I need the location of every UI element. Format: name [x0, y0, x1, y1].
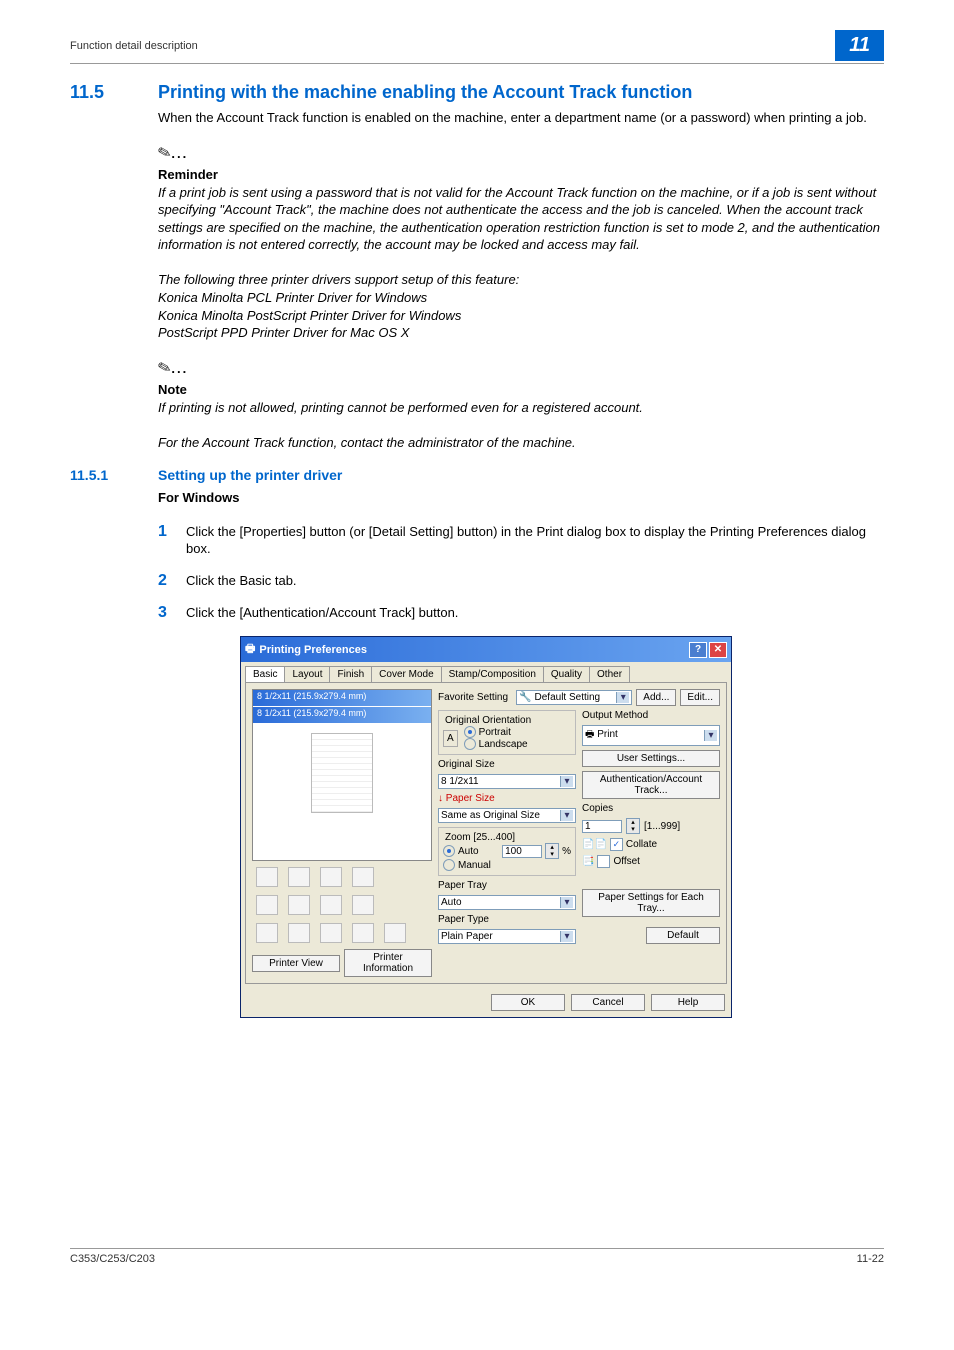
preview-tool-icon[interactable]: [384, 923, 406, 943]
paper-type-label: Paper Type: [438, 914, 576, 925]
breadcrumb: Function detail description: [70, 40, 198, 52]
step-number-1: 1: [158, 523, 172, 558]
copies-label: Copies: [582, 803, 720, 814]
step-number-2: 2: [158, 572, 172, 590]
offset-checkbox[interactable]: [597, 855, 610, 868]
tab-finish[interactable]: Finish: [329, 666, 372, 682]
reminder-driver-3: PostScript PPD Printer Driver for Mac OS…: [158, 324, 884, 342]
printing-preferences-dialog: 🖶 Printing Preferences ? ✕ Basic Layout …: [240, 636, 732, 1018]
reminder-text-1: If a print job is sent using a password …: [158, 184, 884, 254]
footer-model: C353/C253/C203: [70, 1253, 155, 1265]
tab-cover-mode[interactable]: Cover Mode: [371, 666, 441, 682]
user-settings-button[interactable]: User Settings...: [582, 750, 720, 767]
preview-size-1: 8 1/2x11 (215.9x279.4 mm): [253, 690, 431, 706]
reminder-driver-1: Konica Minolta PCL Printer Driver for Wi…: [158, 289, 884, 307]
subsection-number: 11.5.1: [70, 467, 130, 483]
collate-icon: 📄📄: [582, 839, 607, 850]
dialog-title: Printing Preferences: [259, 644, 367, 656]
printer-view-button[interactable]: Printer View: [252, 955, 340, 972]
paper-settings-tray-button[interactable]: Paper Settings for Each Tray...: [582, 889, 720, 917]
footer-page: 11-22: [857, 1253, 884, 1265]
output-method-dropdown[interactable]: 🖶 Print▾: [582, 725, 720, 746]
reminder-driver-2: Konica Minolta PostScript Printer Driver…: [158, 307, 884, 325]
help-icon[interactable]: ?: [689, 642, 707, 658]
tab-other[interactable]: Other: [589, 666, 630, 682]
cancel-button[interactable]: Cancel: [571, 994, 645, 1011]
help-button[interactable]: Help: [651, 994, 725, 1011]
landscape-radio[interactable]: [464, 738, 476, 750]
paper-tray-dropdown[interactable]: Auto▾: [438, 895, 576, 910]
tab-basic[interactable]: Basic: [245, 666, 285, 682]
reminder-text-2: The following three printer drivers supp…: [158, 271, 884, 289]
authentication-account-track-button[interactable]: Authentication/Account Track...: [582, 771, 720, 799]
copies-input[interactable]: 1: [582, 820, 622, 833]
preview-tool-icon[interactable]: [256, 867, 278, 887]
preview-tool-icon[interactable]: [288, 895, 310, 915]
favorite-setting-label: Favorite Setting: [438, 692, 508, 703]
zoom-auto-radio[interactable]: [443, 845, 455, 857]
orientation-group: Original Orientation A Portrait Landscap…: [438, 710, 576, 755]
preview-tool-icon[interactable]: [320, 867, 342, 887]
collate-checkbox[interactable]: ✓: [610, 838, 623, 851]
subsection-title: Setting up the printer driver: [158, 467, 342, 483]
preview-tool-icon[interactable]: [352, 867, 374, 887]
preview-tool-icon[interactable]: [352, 923, 374, 943]
platform-heading: For Windows: [158, 489, 884, 507]
zoom-value-input[interactable]: 100: [502, 845, 542, 858]
note-text-2: For the Account Track function, contact …: [158, 434, 884, 452]
tab-stamp-composition[interactable]: Stamp/Composition: [441, 666, 544, 682]
step-text-3: Click the [Authentication/Account Track]…: [186, 604, 884, 622]
step-text-1: Click the [Properties] button (or [Detai…: [186, 523, 884, 558]
paper-size-label: ↓ Paper Size: [438, 793, 576, 804]
step-number-3: 3: [158, 604, 172, 622]
paper-size-dropdown[interactable]: Same as Original Size▾: [438, 808, 576, 823]
default-button[interactable]: Default: [646, 927, 720, 944]
printer-information-button[interactable]: Printer Information: [344, 949, 432, 977]
note-text-1: If printing is not allowed, printing can…: [158, 399, 884, 417]
reminder-heading: Reminder: [158, 166, 884, 184]
copies-spinner[interactable]: ▴▾: [626, 818, 640, 834]
portrait-radio[interactable]: [464, 726, 476, 738]
preview-tool-icon[interactable]: [320, 923, 342, 943]
paper-type-dropdown[interactable]: Plain Paper▾: [438, 929, 576, 944]
preview-tool-icon[interactable]: [352, 895, 374, 915]
page-preview: 8 1/2x11 (215.9x279.4 mm) 8 1/2x11 (215.…: [252, 689, 432, 861]
tab-quality[interactable]: Quality: [543, 666, 590, 682]
chapter-badge: 11: [835, 30, 884, 61]
original-size-dropdown[interactable]: 8 1/2x11▾: [438, 774, 576, 789]
printer-icon: 🖶: [245, 640, 255, 659]
favorite-setting-dropdown[interactable]: 🔧 Default Setting▾: [516, 690, 632, 705]
orientation-icon: A: [443, 730, 458, 747]
preview-size-2: 8 1/2x11 (215.9x279.4 mm): [253, 707, 431, 723]
preview-tool-icon[interactable]: [288, 923, 310, 943]
zoom-manual-radio[interactable]: [443, 859, 455, 871]
add-button[interactable]: Add...: [636, 689, 676, 706]
paper-tray-label: Paper Tray: [438, 880, 576, 891]
dialog-tabs: Basic Layout Finish Cover Mode Stamp/Com…: [241, 662, 731, 682]
ok-button[interactable]: OK: [491, 994, 565, 1011]
offset-icon: 📑: [582, 856, 594, 867]
tab-layout[interactable]: Layout: [284, 666, 330, 682]
original-size-label: Original Size: [438, 759, 576, 770]
section-title: Printing with the machine enabling the A…: [158, 82, 692, 103]
output-method-label: Output Method: [582, 710, 720, 721]
preview-tool-icon[interactable]: [288, 867, 310, 887]
preview-tool-icon[interactable]: [256, 895, 278, 915]
zoom-group: Zoom [25...400] Auto 100 ▴▾ % Manual: [438, 827, 576, 876]
zoom-spinner[interactable]: ▴▾: [545, 843, 559, 859]
note-heading: Note: [158, 381, 884, 399]
edit-button[interactable]: Edit...: [680, 689, 720, 706]
preview-tool-icon[interactable]: [256, 923, 278, 943]
step-text-2: Click the Basic tab.: [186, 572, 884, 590]
section-number: 11.5: [70, 82, 130, 103]
close-icon[interactable]: ✕: [709, 642, 727, 658]
preview-tool-icon[interactable]: [320, 895, 342, 915]
section-intro: When the Account Track function is enabl…: [158, 109, 884, 127]
